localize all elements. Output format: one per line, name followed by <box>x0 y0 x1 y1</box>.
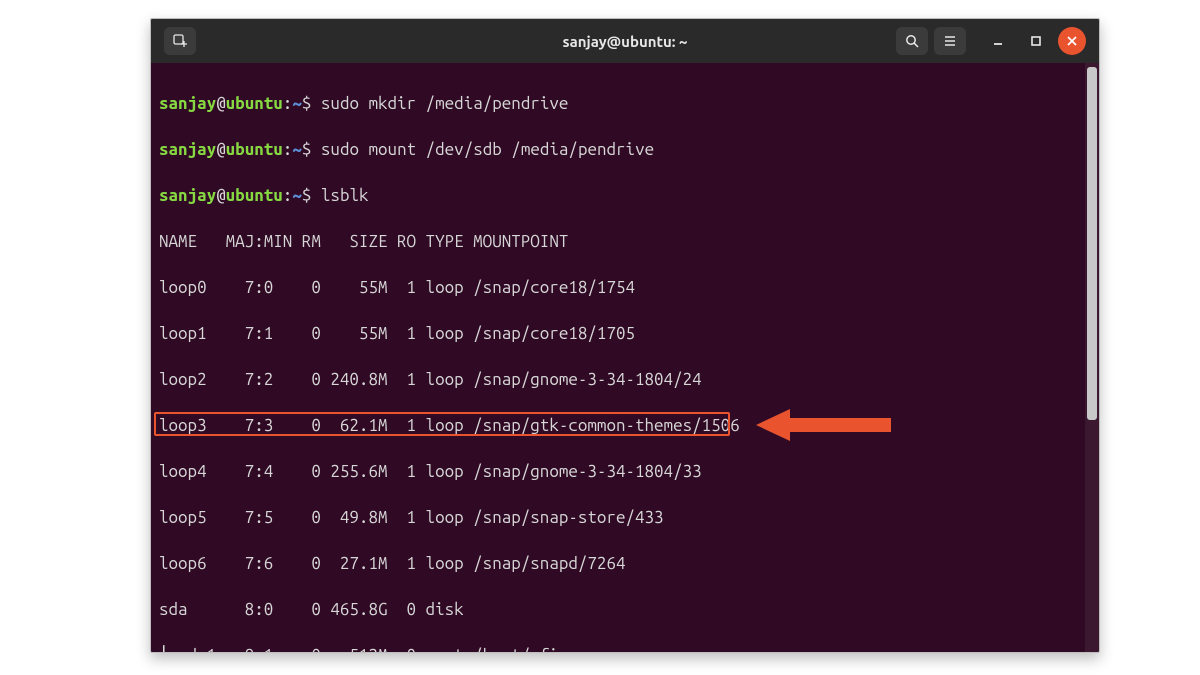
minimize-button[interactable] <box>982 27 1014 55</box>
lsblk-row: loop1 7:1 0 55M 1 loop /snap/core18/1705 <box>159 322 1089 345</box>
lsblk-row: sda 8:0 0 465.8G 0 disk <box>159 598 1089 621</box>
command-2: sudo mount /dev/sdb /media/pendrive <box>321 140 654 159</box>
titlebar: sanjay@ubuntu: ~ <box>151 19 1099 63</box>
terminal-viewport[interactable]: sanjay@ubuntu:~$ sudo mkdir /media/pendr… <box>151 63 1099 652</box>
lsblk-row: ├─sda1 8:1 0 512M 0 part /boot/efi <box>159 644 1089 652</box>
lsblk-row: loop5 7:5 0 49.8M 1 loop /snap/snap-stor… <box>159 506 1089 529</box>
scrollbar-track[interactable] <box>1085 63 1099 652</box>
lsblk-header: NAME MAJ:MIN RM SIZE RO TYPE MOUNTPOINT <box>159 230 1089 253</box>
terminal-content: sanjay@ubuntu:~$ sudo mkdir /media/pendr… <box>151 63 1099 652</box>
prompt-line-2: sanjay@ubuntu:~$ sudo mount /dev/sdb /me… <box>159 138 1089 161</box>
close-button[interactable] <box>1058 27 1086 55</box>
scrollbar-thumb[interactable] <box>1087 67 1097 420</box>
lsblk-row: loop6 7:6 0 27.1M 1 loop /snap/snapd/726… <box>159 552 1089 575</box>
prompt-line-1: sanjay@ubuntu:~$ sudo mkdir /media/pendr… <box>159 92 1089 115</box>
prompt-user: sanjay <box>159 94 216 113</box>
search-button[interactable] <box>896 27 928 55</box>
command-3: lsblk <box>321 186 369 205</box>
lsblk-row: loop3 7:3 0 62.1M 1 loop /snap/gtk-commo… <box>159 414 1089 437</box>
prompt-host: ubuntu <box>226 94 283 113</box>
lsblk-row: loop2 7:2 0 240.8M 1 loop /snap/gnome-3-… <box>159 368 1089 391</box>
maximize-button[interactable] <box>1020 27 1052 55</box>
terminal-window: sanjay@ubuntu: ~ <box>150 18 1100 653</box>
lsblk-row: loop0 7:0 0 55M 1 loop /snap/core18/1754 <box>159 276 1089 299</box>
new-tab-button[interactable] <box>164 27 196 55</box>
command-1: sudo mkdir /media/pendrive <box>321 94 569 113</box>
prompt-line-3: sanjay@ubuntu:~$ lsblk <box>159 184 1089 207</box>
lsblk-row: loop4 7:4 0 255.6M 1 loop /snap/gnome-3-… <box>159 460 1089 483</box>
hamburger-menu-button[interactable] <box>934 27 966 55</box>
prompt-path: ~ <box>292 94 302 113</box>
